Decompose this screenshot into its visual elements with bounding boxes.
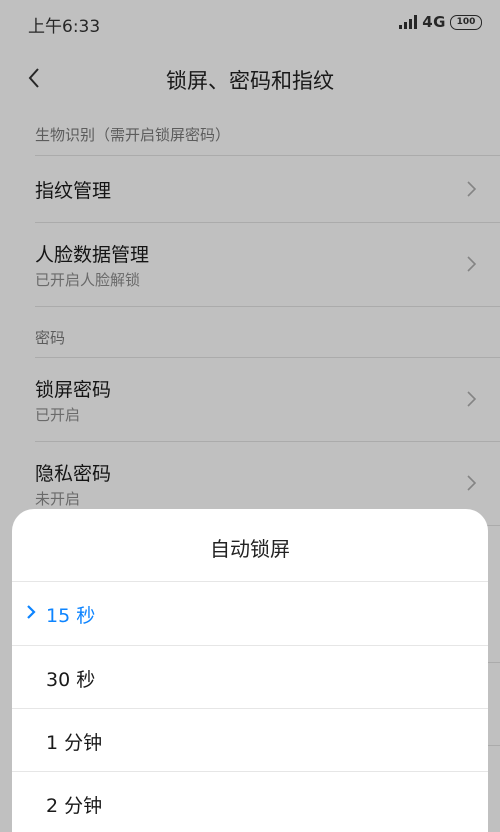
option-30-seconds[interactable]: 30 秒 — [12, 646, 488, 709]
option-2-minutes[interactable]: 2 分钟 — [12, 772, 488, 832]
auto-lock-sheet: 自动锁屏 15 秒 30 秒 1 分钟 2 分钟 — [12, 509, 488, 832]
option-label: 30 秒 — [46, 669, 96, 691]
option-label: 15 秒 — [46, 605, 96, 627]
option-label: 1 分钟 — [46, 732, 103, 754]
option-label: 2 分钟 — [46, 795, 103, 817]
sheet-title: 自动锁屏 — [210, 537, 290, 561]
selected-chevron-icon — [27, 605, 36, 619]
option-1-minute[interactable]: 1 分钟 — [12, 709, 488, 772]
option-15-seconds[interactable]: 15 秒 — [12, 582, 488, 645]
